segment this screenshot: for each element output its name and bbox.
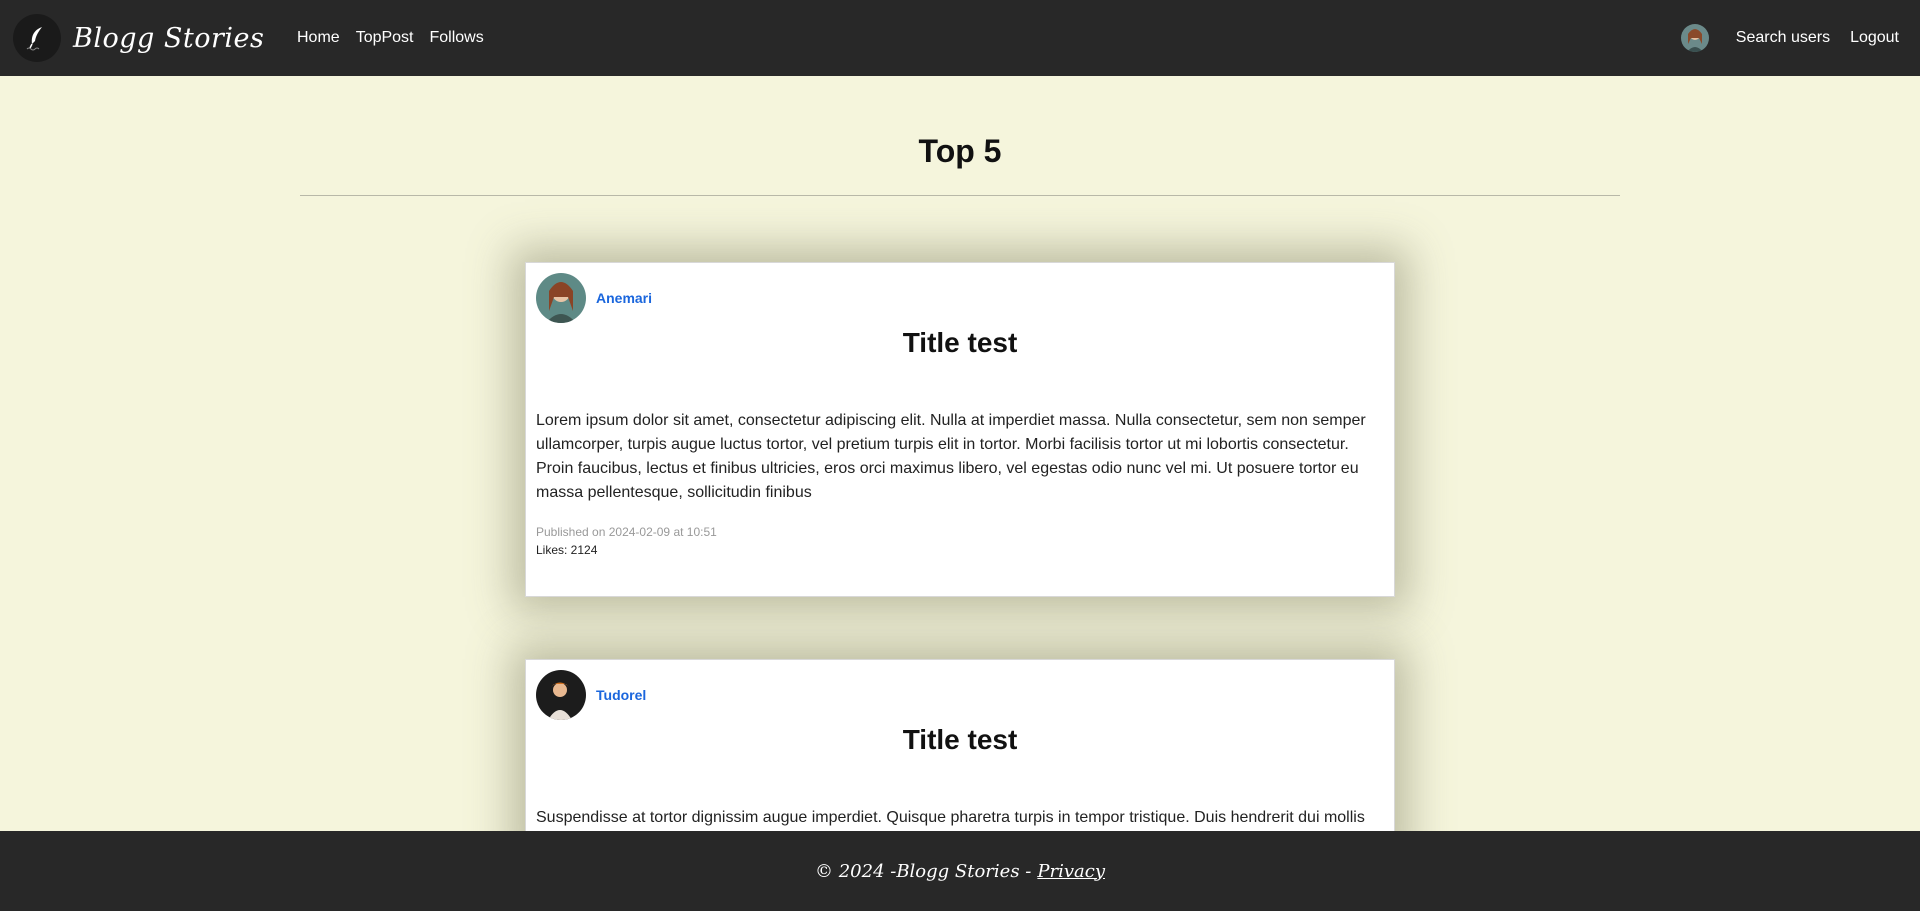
- user-nav: Search users Logout: [1680, 24, 1899, 52]
- author-link[interactable]: Tudorel: [596, 687, 646, 703]
- top-navbar: Blogg Stories Home TopPost Follows Searc…: [0, 0, 1920, 76]
- post-title: Title test: [902, 724, 1018, 755]
- post-title: Title test: [902, 327, 1018, 358]
- author-avatar[interactable]: [536, 273, 586, 323]
- privacy-link[interactable]: Privacy: [1037, 861, 1105, 882]
- post-likes: Likes: 2124: [536, 543, 598, 557]
- nav-follows[interactable]: Follows: [430, 29, 484, 47]
- brand[interactable]: Blogg Stories: [13, 14, 297, 62]
- post-published-date: Published on 2024-02-09 at 10:51: [536, 525, 717, 539]
- footer-copyright: © 2024 -Blogg Stories -: [814, 860, 1032, 882]
- footer: © 2024 -Blogg Stories - Privacy: [0, 831, 1920, 911]
- main-content: Top 5 Anemari Title test Lorem ipsum dol…: [0, 76, 1920, 831]
- logout-link[interactable]: Logout: [1850, 29, 1899, 47]
- post-header: Tudorel: [526, 660, 1394, 720]
- post-body: Lorem ipsum dolor sit amet, consectetur …: [536, 412, 1366, 501]
- feather-logo-icon: [13, 14, 61, 62]
- page-title: Top 5: [918, 133, 1002, 169]
- nav-home[interactable]: Home: [297, 29, 340, 47]
- author-avatar[interactable]: [536, 670, 586, 720]
- search-users-link[interactable]: Search users: [1736, 29, 1830, 47]
- author-link[interactable]: Anemari: [596, 290, 652, 306]
- post-header: Anemari: [526, 263, 1394, 323]
- brand-name: Blogg Stories: [73, 22, 265, 54]
- title-divider: [300, 195, 1620, 196]
- post-card: Anemari Title test Lorem ipsum dolor sit…: [525, 262, 1395, 597]
- post-card: Tudorel Title test Suspendisse at tortor…: [525, 659, 1395, 831]
- main-nav: Home TopPost Follows: [297, 29, 484, 47]
- nav-toppost[interactable]: TopPost: [356, 29, 414, 47]
- user-avatar[interactable]: [1680, 24, 1709, 52]
- post-body: Suspendisse at tortor dignissim augue im…: [536, 809, 1365, 826]
